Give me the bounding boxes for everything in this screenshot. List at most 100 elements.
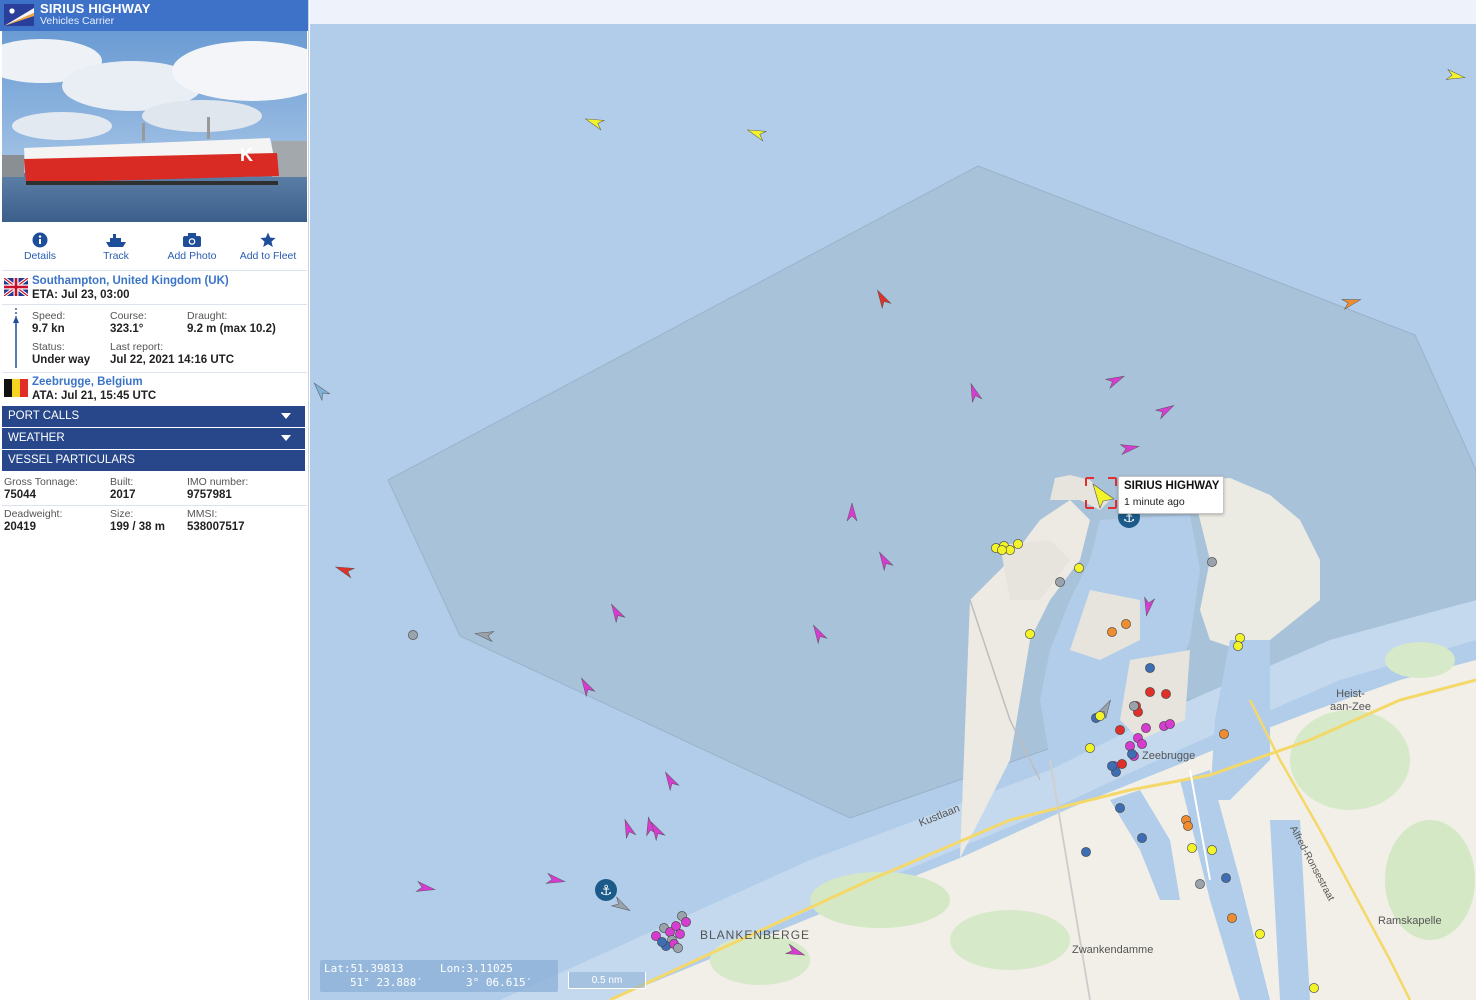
moored-vessel-marker[interactable]: [1195, 879, 1205, 889]
place-label-zwankendamme: Zwankendamme: [1072, 944, 1154, 956]
vessel-photo[interactable]: K: [2, 31, 307, 222]
imo-value: 9757981: [187, 489, 232, 501]
weather-section[interactable]: WEATHER: [2, 428, 305, 450]
longitude-readout: Lon:3.11025: [440, 962, 513, 975]
destination-eta: ETA: Jul 23, 03:00: [32, 289, 130, 301]
moored-vessel-marker[interactable]: [1055, 577, 1065, 587]
add-photo-button[interactable]: Add Photo: [154, 228, 230, 262]
destination-port-link[interactable]: Southampton, United Kingdom (UK): [32, 275, 229, 287]
info-icon: [32, 232, 48, 248]
moored-vessel-marker[interactable]: [1117, 759, 1127, 769]
speed-field: Speed: 9.7 kn: [32, 310, 65, 335]
built-label: Built:: [110, 476, 134, 488]
last-report-label: Last report:: [110, 341, 164, 353]
track-button[interactable]: Track: [78, 228, 154, 262]
status-value: Under way: [32, 354, 91, 366]
mmsi-label: MMSI:: [187, 508, 218, 520]
moored-vessel-marker[interactable]: [673, 943, 683, 953]
marshall-islands-flag-icon: [4, 4, 34, 26]
course-value: 323.1°: [110, 323, 144, 335]
moored-vessel-marker[interactable]: [1219, 729, 1229, 739]
details-button[interactable]: Details: [2, 228, 78, 262]
vessel-sidebar: SIRIUS HIGHWAY Vehicles Carrier K Detail…: [0, 0, 309, 1000]
last-report-field: Last report: Jul 22, 2021 14:16 UTC: [110, 341, 234, 366]
moored-vessel-marker[interactable]: [1207, 557, 1217, 567]
map-scale-bar: 0.5 nm: [568, 972, 646, 989]
vessel-tooltip: SIRIUS HIGHWAY 1 minute ago: [1118, 476, 1224, 514]
moored-vessel-marker[interactable]: [1081, 847, 1091, 857]
moored-vessel-marker[interactable]: [1127, 749, 1137, 759]
belgium-flag-icon: [4, 379, 28, 397]
divider: [2, 304, 307, 305]
moored-vessel-marker[interactable]: [1145, 687, 1155, 697]
svg-text:⚓: ⚓: [600, 883, 613, 899]
moored-vessel-marker[interactable]: [1227, 913, 1237, 923]
moored-vessel-marker[interactable]: [1183, 821, 1193, 831]
moored-vessel-marker[interactable]: [1107, 761, 1117, 771]
moored-vessel-marker[interactable]: [1115, 725, 1125, 735]
moored-vessel-marker[interactable]: [1013, 539, 1023, 549]
track-label: Track: [103, 250, 129, 262]
tooltip-last-seen: 1 minute ago: [1124, 496, 1185, 508]
last-report-value: Jul 22, 2021 14:16 UTC: [110, 354, 235, 366]
port-calls-section[interactable]: PORT CALLS: [2, 406, 305, 428]
moored-vessel-marker[interactable]: [1187, 843, 1197, 853]
moored-vessel-marker[interactable]: [1025, 629, 1035, 639]
anchorage-icon[interactable]: ⚓: [595, 879, 617, 901]
vessel-particulars-section[interactable]: VESSEL PARTICULARS: [2, 450, 305, 472]
moored-vessel-marker[interactable]: [1121, 619, 1131, 629]
moored-vessel-marker[interactable]: [1145, 663, 1155, 673]
add-to-fleet-label: Add to Fleet: [239, 250, 297, 262]
moored-vessel-marker[interactable]: [1161, 689, 1171, 699]
place-label-zeebrugge: Zeebrugge: [1142, 750, 1196, 762]
draught-label: Draught:: [187, 310, 228, 322]
size-label: Size:: [110, 508, 134, 520]
draught-value: 9.2 m (max 10.2): [187, 323, 276, 335]
moored-vessel-marker[interactable]: [1125, 741, 1135, 751]
place-label-heist: Heist- aan-Zee: [1330, 688, 1371, 713]
moored-vessel-marker[interactable]: [1107, 627, 1117, 637]
moored-vessel-marker[interactable]: [1115, 803, 1125, 813]
departure-port-link[interactable]: Zeebrugge, Belgium: [32, 376, 143, 388]
moored-vessel-marker[interactable]: [1129, 701, 1139, 711]
vessel-header: SIRIUS HIGHWAY Vehicles Carrier: [0, 0, 308, 31]
moored-vessel-marker[interactable]: [408, 630, 418, 640]
weather-label: WEATHER: [8, 432, 65, 444]
chevron-down-icon: [281, 413, 291, 419]
moored-vessel-marker[interactable]: [657, 937, 667, 947]
moored-vessel-marker[interactable]: [1235, 633, 1245, 643]
moored-vessel-marker[interactable]: [1221, 873, 1231, 883]
draught-field: Draught: 9.2 m (max 10.2): [187, 310, 276, 335]
add-photo-label: Add Photo: [167, 250, 217, 262]
course-field: Course: 323.1°: [110, 310, 147, 335]
departure-row: Zeebrugge, Belgium ATA: Jul 21, 15:45 UT…: [2, 371, 307, 405]
port-calls-label: PORT CALLS: [8, 410, 80, 422]
ship-icon: [106, 234, 126, 247]
built-value: 2017: [110, 489, 136, 501]
moored-vessel-marker[interactable]: [681, 917, 691, 927]
camera-icon: [183, 233, 201, 247]
moored-vessel-marker[interactable]: [1085, 743, 1095, 753]
imo-field: IMO number: 9757981: [187, 476, 248, 501]
speed-value: 9.7 kn: [32, 323, 65, 335]
moored-vessel-marker[interactable]: [997, 545, 1007, 555]
svg-text:K: K: [240, 145, 253, 165]
map-top-bar: [310, 0, 1476, 24]
moored-vessel-marker[interactable]: [675, 929, 685, 939]
built-field: Built: 2017: [110, 476, 136, 501]
moored-vessel-marker[interactable]: [1165, 719, 1175, 729]
add-to-fleet-button[interactable]: Add to Fleet: [230, 228, 306, 262]
moored-vessel-marker[interactable]: [1233, 641, 1243, 651]
moored-vessel-marker[interactable]: [1095, 711, 1105, 721]
moored-vessel-marker[interactable]: [1255, 929, 1265, 939]
status-field: Status: Under way: [32, 341, 90, 366]
moored-vessel-marker[interactable]: [1074, 563, 1084, 573]
moored-vessel-marker[interactable]: [1137, 833, 1147, 843]
moored-vessel-marker[interactable]: [1309, 983, 1319, 993]
moored-vessel-marker[interactable]: [1137, 739, 1147, 749]
vessel-map[interactable]: ⚓ ⚓ BLANKENBERGE Zeebrugge Heist- aan-Ze…: [310, 0, 1476, 1000]
moored-vessel-marker[interactable]: [1141, 723, 1151, 733]
course-label: Course:: [110, 310, 147, 322]
moored-vessel-marker[interactable]: [1207, 845, 1217, 855]
speed-label: Speed:: [32, 310, 66, 322]
